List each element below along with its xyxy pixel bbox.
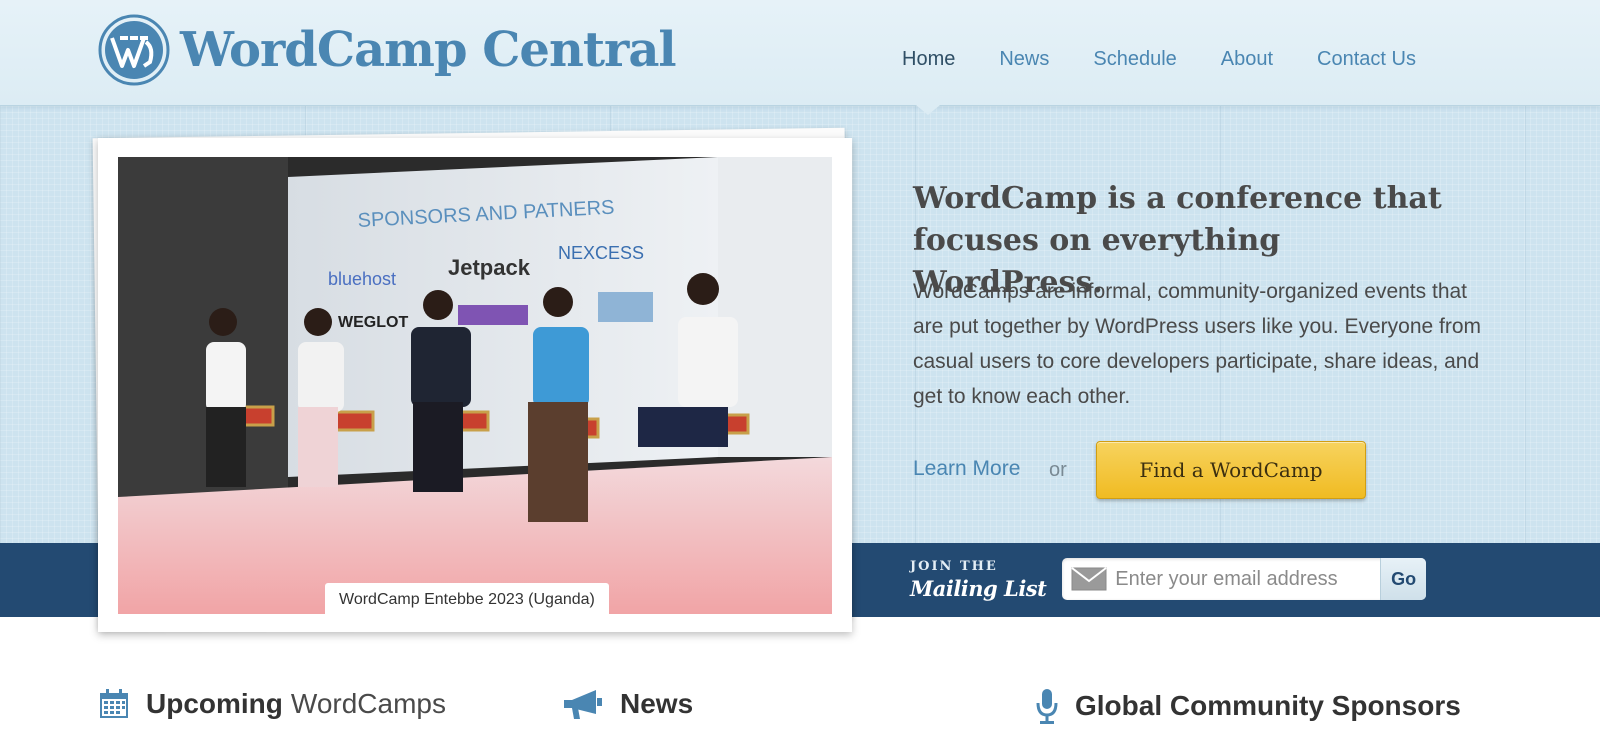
mailing-list-form: Go — [1062, 558, 1426, 600]
learn-more-link[interactable]: Learn More — [913, 457, 1020, 481]
mailing-list-label: Mailing List — [910, 576, 1047, 601]
microphone-icon — [1035, 688, 1059, 724]
news-heading-text: News — [620, 688, 694, 719]
conference-panel-illustration: SPONSORS AND PATNERS bluehost Jetpack NE… — [118, 157, 832, 614]
svg-text:WEGLOT: WEGLOT — [338, 314, 408, 331]
sponsors-heading-text: Global Community Sponsors — [1075, 690, 1461, 721]
upcoming-heading-light: WordCamps — [290, 688, 446, 719]
nav-home[interactable]: Home — [902, 48, 955, 71]
hero-photo-frame: SPONSORS AND PATNERS bluehost Jetpack NE… — [98, 138, 852, 632]
site-header: WordCamp Central Home News Schedule Abou… — [0, 0, 1600, 106]
subscribe-go-button[interactable]: Go — [1380, 558, 1426, 600]
upcoming-wordcamps-heading: Upcoming WordCamps — [98, 688, 446, 720]
hero-description: WordCamps are informal, community-organi… — [913, 280, 1482, 408]
megaphone-icon — [562, 688, 604, 720]
svg-text:bluehost: bluehost — [328, 269, 396, 289]
main-nav: Home News Schedule About Contact Us — [880, 48, 1438, 71]
upcoming-heading-bold: Upcoming — [146, 688, 283, 719]
join-the-label: JOIN THE — [910, 559, 998, 574]
find-a-wordcamp-button[interactable]: Find a WordCamp — [1096, 441, 1366, 499]
news-heading: News — [562, 688, 693, 720]
email-input[interactable] — [1115, 558, 1381, 600]
site-title: WordCamp Central — [180, 22, 677, 78]
wordpress-logo-icon — [98, 14, 170, 86]
hero-photo: SPONSORS AND PATNERS bluehost Jetpack NE… — [118, 157, 832, 614]
svg-text:NEXCESS: NEXCESS — [558, 243, 644, 263]
or-separator: or — [1049, 459, 1067, 481]
nav-about[interactable]: About — [1221, 48, 1273, 71]
envelope-icon — [1062, 558, 1115, 600]
site-logo[interactable]: WordCamp Central — [98, 14, 677, 86]
nav-news[interactable]: News — [999, 48, 1049, 71]
global-sponsors-heading: Global Community Sponsors — [1035, 688, 1461, 724]
nav-contact-us[interactable]: Contact Us — [1317, 48, 1416, 71]
nav-schedule[interactable]: Schedule — [1093, 48, 1176, 71]
photo-caption: WordCamp Entebbe 2023 (Uganda) — [325, 583, 609, 617]
calendar-icon — [98, 688, 130, 720]
nav-active-pointer — [916, 105, 940, 115]
